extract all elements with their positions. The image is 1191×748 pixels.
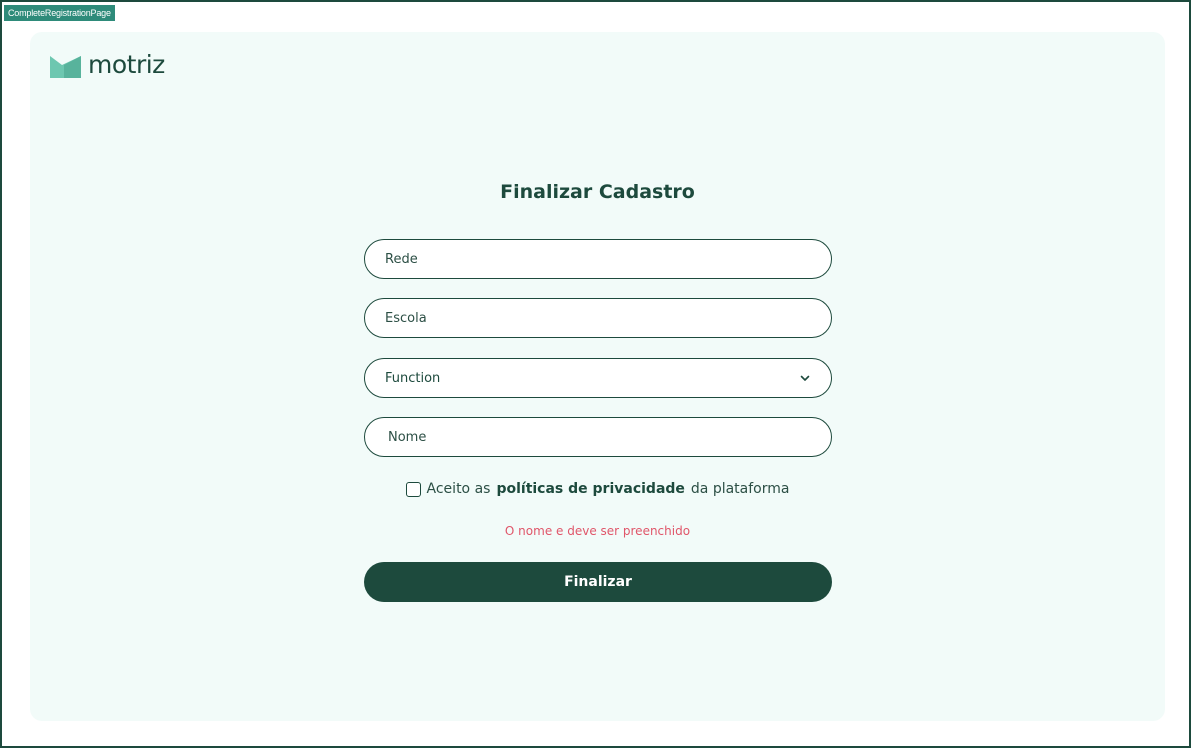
rede-input[interactable]	[365, 240, 831, 278]
privacy-consent: Aceito as políticas de privacidade da pl…	[30, 479, 1165, 499]
nome-field-wrapper	[364, 417, 832, 457]
consent-suffix: da plataforma	[690, 481, 790, 497]
privacy-checkbox[interactable]	[405, 481, 421, 497]
chevron-down-icon	[800, 375, 810, 381]
page-title: Finalizar Cadastro	[500, 181, 695, 203]
brand-logo: motriz	[50, 50, 165, 80]
function-select-value: Function	[385, 370, 441, 386]
nome-input[interactable]	[365, 418, 831, 456]
consent-prefix: Aceito as	[426, 481, 491, 497]
error-message: O nome e deve ser preenchido	[504, 524, 691, 538]
registration-card: motriz Finalizar Cadastro Function Aceit…	[30, 32, 1165, 721]
brand-name: motriz	[88, 50, 165, 79]
function-select[interactable]: Function	[364, 358, 832, 398]
privacy-policy-link[interactable]: políticas de privacidade	[496, 479, 684, 499]
motriz-logo-icon	[50, 56, 81, 78]
page-frame: CompleteRegistrationPage motriz Finaliza…	[0, 0, 1191, 748]
rede-field-wrapper	[364, 239, 832, 279]
page-name-label: CompleteRegistrationPage	[4, 5, 115, 21]
escola-input[interactable]	[365, 299, 831, 337]
finalizar-button[interactable]: Finalizar	[364, 562, 832, 602]
escola-field-wrapper	[364, 298, 832, 338]
